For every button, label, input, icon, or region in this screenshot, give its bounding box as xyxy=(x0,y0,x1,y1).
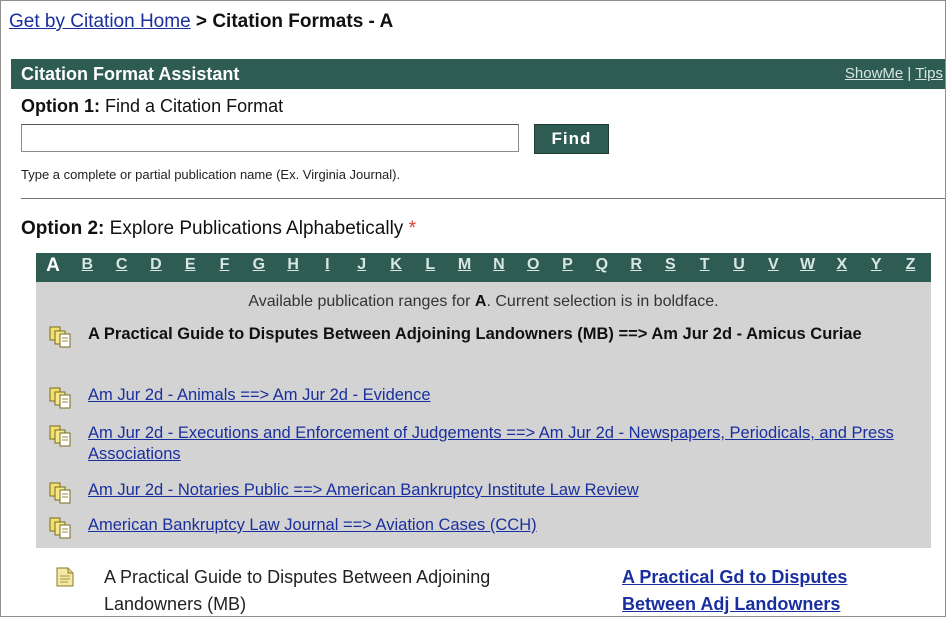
available-ranges-note: Available publication ranges for A. Curr… xyxy=(36,293,931,311)
alphabet-panel: ABCDEFGHIJKLMNOPQRSTUVWXYZ Available pub… xyxy=(36,253,931,548)
result-title: A Practical Guide to Disputes Between Ad… xyxy=(104,567,491,614)
alphabet-letter-a: A xyxy=(46,255,60,276)
range-link[interactable]: Am Jur 2d - Executions and Enforcement o… xyxy=(88,424,894,463)
breadcrumb: Get by Citation Home > Citation Formats … xyxy=(9,11,393,33)
citation-search-input[interactable] xyxy=(21,124,519,152)
alphabet-letter-k[interactable]: K xyxy=(386,256,406,274)
available-prefix: Available publication ranges for xyxy=(248,293,471,310)
breadcrumb-current: Citation Formats - A xyxy=(212,11,394,32)
alphabet-letter-f[interactable]: F xyxy=(215,256,235,274)
show-me-link[interactable]: ShowMe xyxy=(845,65,903,82)
range-link[interactable]: Am Jur 2d - Notaries Public ==> American… xyxy=(88,481,639,499)
alphabet-letter-j[interactable]: J xyxy=(352,256,372,274)
range-text: Am Jur 2d - Animals ==> Am Jur 2d - Evid… xyxy=(88,385,918,406)
publication-stack-icon xyxy=(49,482,71,504)
alphabet-letter-d[interactable]: D xyxy=(146,256,166,274)
breadcrumb-separator: > xyxy=(195,11,208,32)
alphabet-letter-p[interactable]: P xyxy=(558,256,578,274)
document-icon xyxy=(56,567,74,587)
help-link-separator: | xyxy=(907,65,912,82)
option1-heading: Option 1: Find a Citation Format xyxy=(21,96,283,117)
range-text: Am Jur 2d - Executions and Enforcement o… xyxy=(88,423,918,465)
range-link[interactable]: Am Jur 2d - Animals ==> Am Jur 2d - Evid… xyxy=(88,386,431,404)
alphabet-letter-v[interactable]: V xyxy=(763,256,783,274)
tips-link[interactable]: Tips xyxy=(915,65,943,82)
option2-text: Explore Publications Alphabetically xyxy=(109,218,404,239)
publication-stack-icon xyxy=(49,387,71,409)
option2-heading: Option 2: Explore Publications Alphabeti… xyxy=(21,218,416,240)
alphabet-letter-o[interactable]: O xyxy=(523,256,543,274)
alphabet-letter-q[interactable]: Q xyxy=(592,256,612,274)
alphabet-letter-c[interactable]: C xyxy=(112,256,132,274)
range-text: American Bankruptcy Law Journal ==> Avia… xyxy=(88,515,918,536)
publication-stack-icon xyxy=(49,326,71,348)
alphabet-letter-b[interactable]: B xyxy=(77,256,97,274)
alphabet-letter-g[interactable]: G xyxy=(249,256,269,274)
search-hint: Type a complete or partial publication n… xyxy=(21,167,401,182)
find-button[interactable]: Find xyxy=(534,124,609,154)
alphabet-bar: ABCDEFGHIJKLMNOPQRSTUVWXYZ xyxy=(36,253,931,282)
section-divider xyxy=(21,198,945,199)
available-letter: A xyxy=(474,293,487,310)
alphabet-letter-m[interactable]: M xyxy=(455,256,475,274)
option2-label: Option 2: xyxy=(21,218,105,239)
alphabet-letter-w[interactable]: W xyxy=(798,256,818,274)
result-citation-link[interactable]: A Practical Gd to Disputes Between Adj L… xyxy=(622,567,847,614)
assistant-header: Citation Format Assistant ShowMe | Tips xyxy=(11,59,945,89)
available-suffix: . Current selection is in boldface. xyxy=(486,293,719,310)
result-row: A Practical Guide to Disputes Between Ad… xyxy=(56,564,936,616)
publication-stack-icon xyxy=(49,425,71,447)
option1-label: Option 1: xyxy=(21,96,100,116)
assistant-help-links: ShowMe | Tips xyxy=(845,65,943,82)
publication-stack-icon xyxy=(49,517,71,539)
alphabet-letter-t[interactable]: T xyxy=(695,256,715,274)
range-link[interactable]: American Bankruptcy Law Journal ==> Avia… xyxy=(88,516,537,534)
alphabet-letter-n[interactable]: N xyxy=(489,256,509,274)
alphabet-letter-s[interactable]: S xyxy=(660,256,680,274)
alphabet-letter-r[interactable]: R xyxy=(626,256,646,274)
alphabet-letter-z[interactable]: Z xyxy=(901,256,921,274)
result-citation-cell: A Practical Gd to Disputes Between Adj L… xyxy=(622,564,922,616)
page-frame: Get by Citation Home > Citation Formats … xyxy=(0,0,946,617)
alphabet-letter-h[interactable]: H xyxy=(283,256,303,274)
required-asterisk: * xyxy=(408,218,416,239)
alphabet-letter-y[interactable]: Y xyxy=(866,256,886,274)
alphabet-letter-x[interactable]: X xyxy=(832,256,852,274)
alphabet-letter-e[interactable]: E xyxy=(180,256,200,274)
alphabet-letter-u[interactable]: U xyxy=(729,256,749,274)
option1-text: Find a Citation Format xyxy=(105,96,284,116)
alphabet-letter-i[interactable]: I xyxy=(317,256,337,274)
alphabet-letter-l[interactable]: L xyxy=(420,256,440,274)
range-text: Am Jur 2d - Notaries Public ==> American… xyxy=(88,480,918,501)
current-range-label: A Practical Guide to Disputes Between Ad… xyxy=(88,325,862,343)
breadcrumb-home-link[interactable]: Get by Citation Home xyxy=(9,11,191,32)
assistant-title: Citation Format Assistant xyxy=(21,64,240,84)
